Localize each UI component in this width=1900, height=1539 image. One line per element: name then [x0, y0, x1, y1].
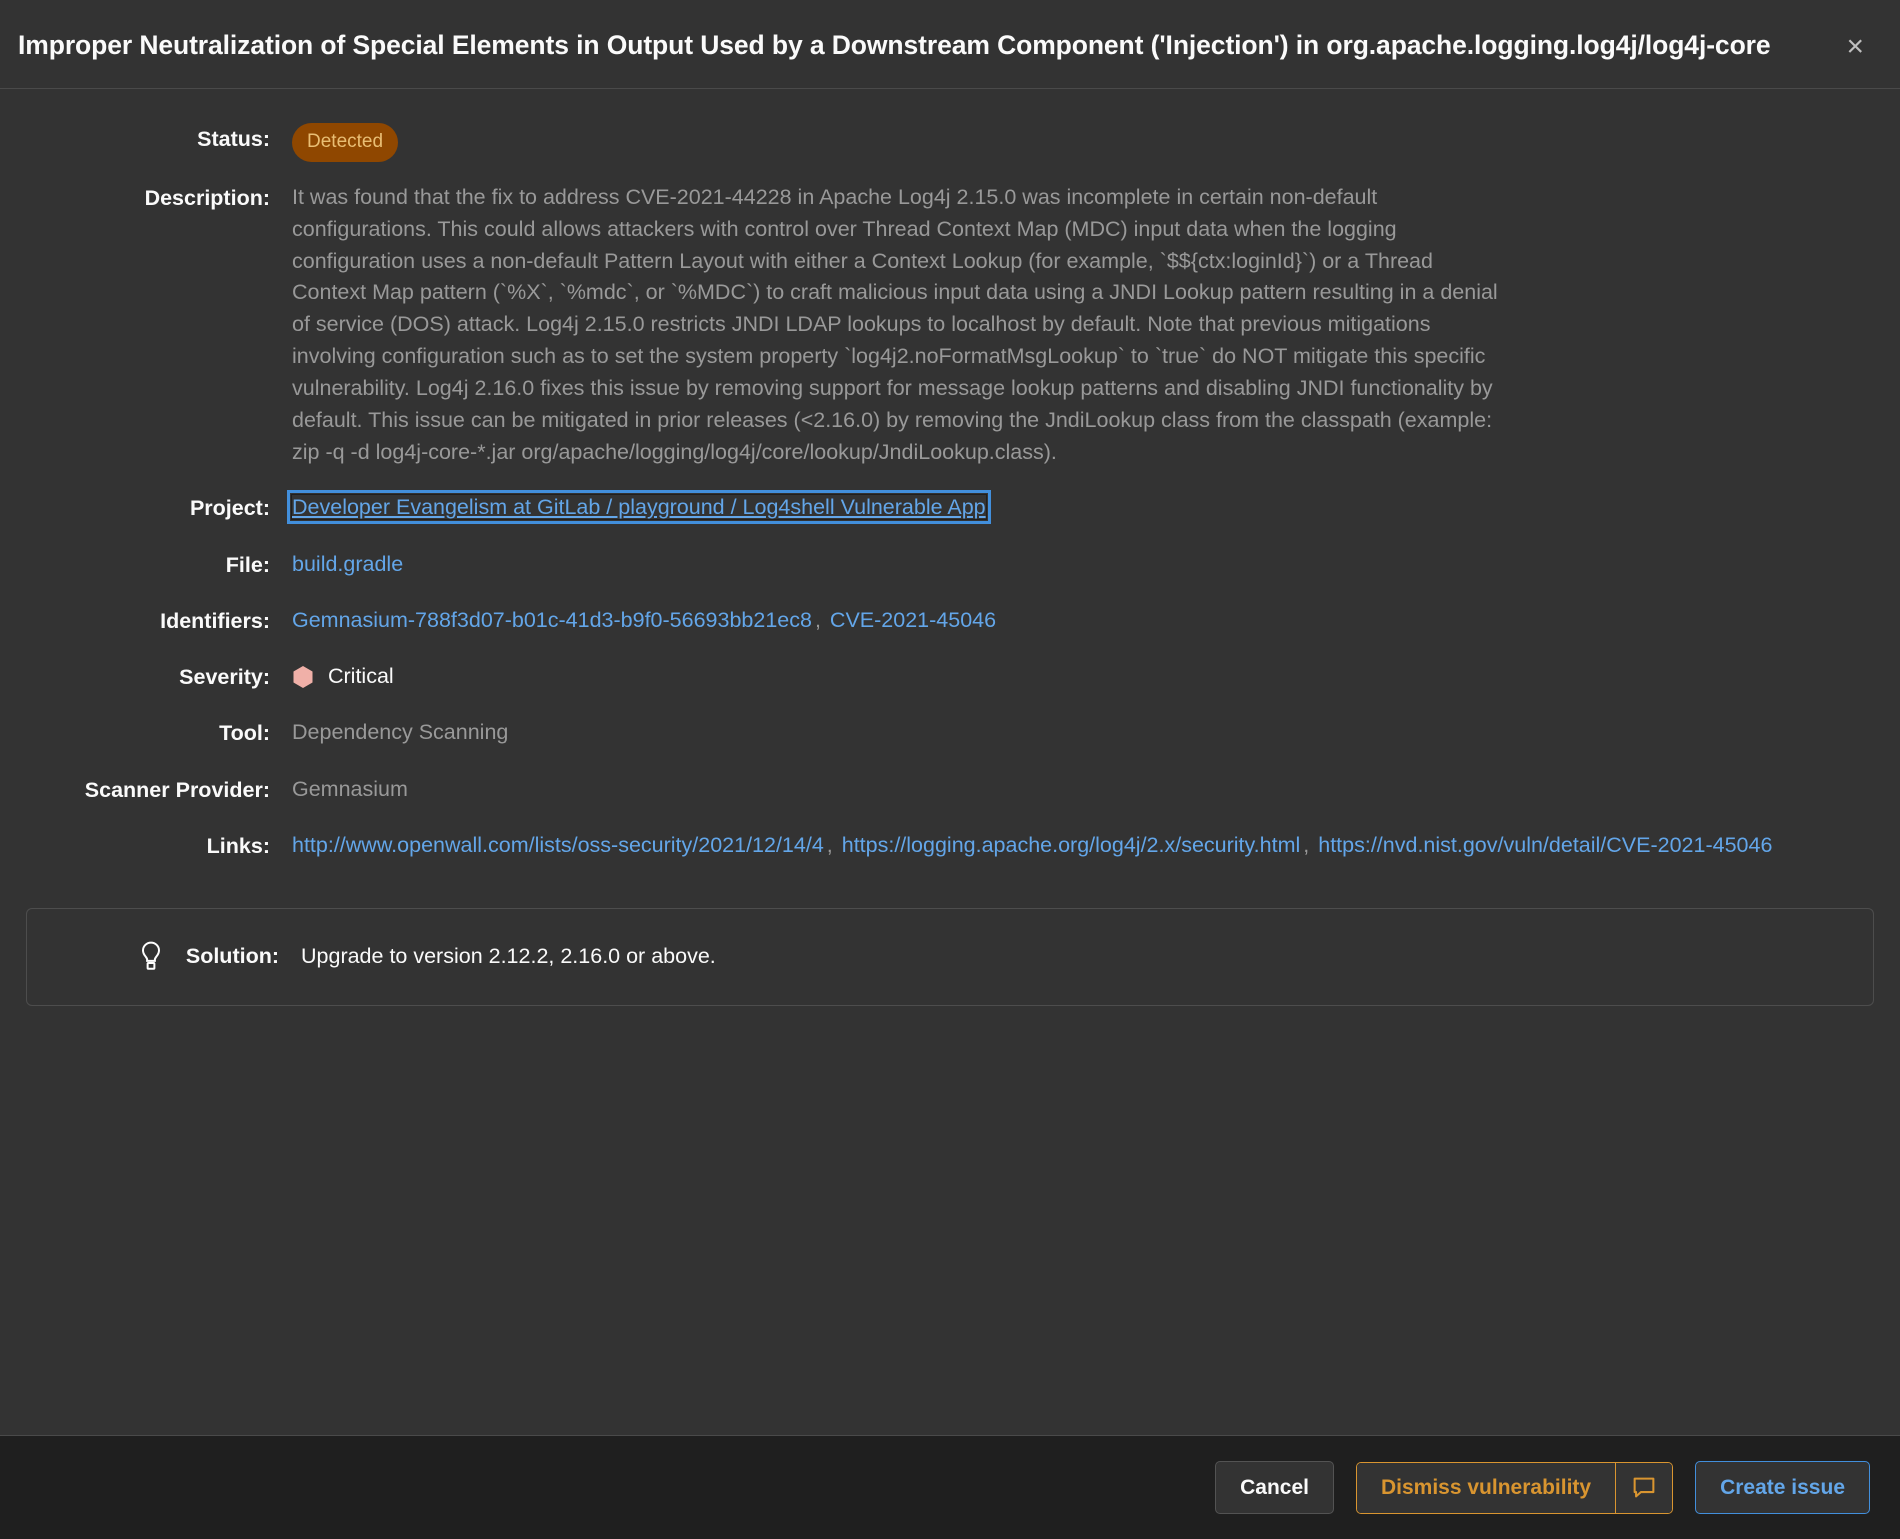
links-value: http://www.openwall.com/lists/oss-securi… [292, 818, 1852, 874]
lightbulb-icon [141, 941, 160, 970]
severity-text: Critical [328, 664, 394, 689]
link-separator: , [826, 832, 833, 857]
severity-value: Critical [292, 649, 1878, 705]
solution-panel: Solution: Upgrade to version 2.12.2, 2.1… [26, 908, 1874, 1007]
tool-value: Dependency Scanning [292, 720, 509, 745]
dismiss-with-comment-button[interactable] [1615, 1462, 1673, 1513]
project-value: Developer Evangelism at GitLab / playgro… [287, 480, 1878, 536]
modal-body: Status: Detected Description: It was fou… [0, 89, 1900, 1435]
dismiss-vulnerability-button[interactable]: Dismiss vulnerability [1357, 1462, 1616, 1513]
create-issue-button[interactable]: Create issue [1695, 1460, 1870, 1515]
identifier-link-gemnasium[interactable]: Gemnasium-788f3d07-b01c-41d3-b9f0-56693b… [292, 608, 812, 632]
description-label: Description: [144, 186, 270, 210]
modal-footer: Cancel Dismiss vulnerability Create issu… [0, 1435, 1900, 1539]
close-icon[interactable]: × [1840, 28, 1870, 66]
identifier-link-cve[interactable]: CVE-2021-45046 [830, 608, 996, 632]
comment-icon [1633, 1477, 1655, 1497]
vulnerability-detail-modal: Improper Neutralization of Special Eleme… [0, 0, 1900, 1539]
project-link[interactable]: Developer Evangelism at GitLab / playgro… [287, 490, 991, 525]
file-value: build.gradle [292, 537, 1878, 593]
modal-header: Improper Neutralization of Special Eleme… [0, 0, 1900, 89]
severity-label: Severity: [179, 665, 270, 690]
reference-link-nvd[interactable]: https://nvd.nist.gov/vuln/detail/CVE-202… [1318, 833, 1772, 857]
file-label: File: [225, 552, 270, 577]
reference-link-openwall[interactable]: http://www.openwall.com/lists/oss-securi… [292, 833, 824, 857]
status-badge: Detected [292, 123, 399, 162]
cancel-button[interactable]: Cancel [1215, 1460, 1334, 1515]
project-label: Project: [189, 496, 270, 521]
page-title: Improper Neutralization of Special Eleme… [18, 30, 1771, 60]
status-value: Detected [292, 115, 1878, 170]
scanner-provider-label: Scanner Provider: [84, 777, 270, 802]
solution-value: Upgrade to version 2.12.2, 2.16.0 or abo… [301, 943, 716, 968]
file-link[interactable]: build.gradle [292, 552, 403, 576]
vulnerability-details-grid: Status: Detected Description: It was fou… [22, 115, 1878, 874]
reference-link-apache[interactable]: https://logging.apache.org/log4j/2.x/sec… [842, 833, 1301, 857]
severity-critical-hexagon-icon [293, 665, 313, 688]
links-label: Links: [206, 833, 270, 858]
description-value: It was found that the fix to address CVE… [292, 185, 1498, 464]
identifiers-label: Identifiers: [160, 608, 270, 633]
status-label: Status: [197, 127, 270, 151]
identifier-separator: , [814, 607, 821, 632]
identifiers-value: Gemnasium-788f3d07-b01c-41d3-b9f0-56693b… [292, 593, 1878, 649]
scanner-provider-value: Gemnasium [292, 776, 408, 801]
solution-label: Solution: [185, 943, 279, 968]
tool-label: Tool: [219, 721, 270, 746]
link-separator: , [1303, 832, 1310, 857]
dismiss-vulnerability-group: Dismiss vulnerability [1356, 1461, 1674, 1514]
